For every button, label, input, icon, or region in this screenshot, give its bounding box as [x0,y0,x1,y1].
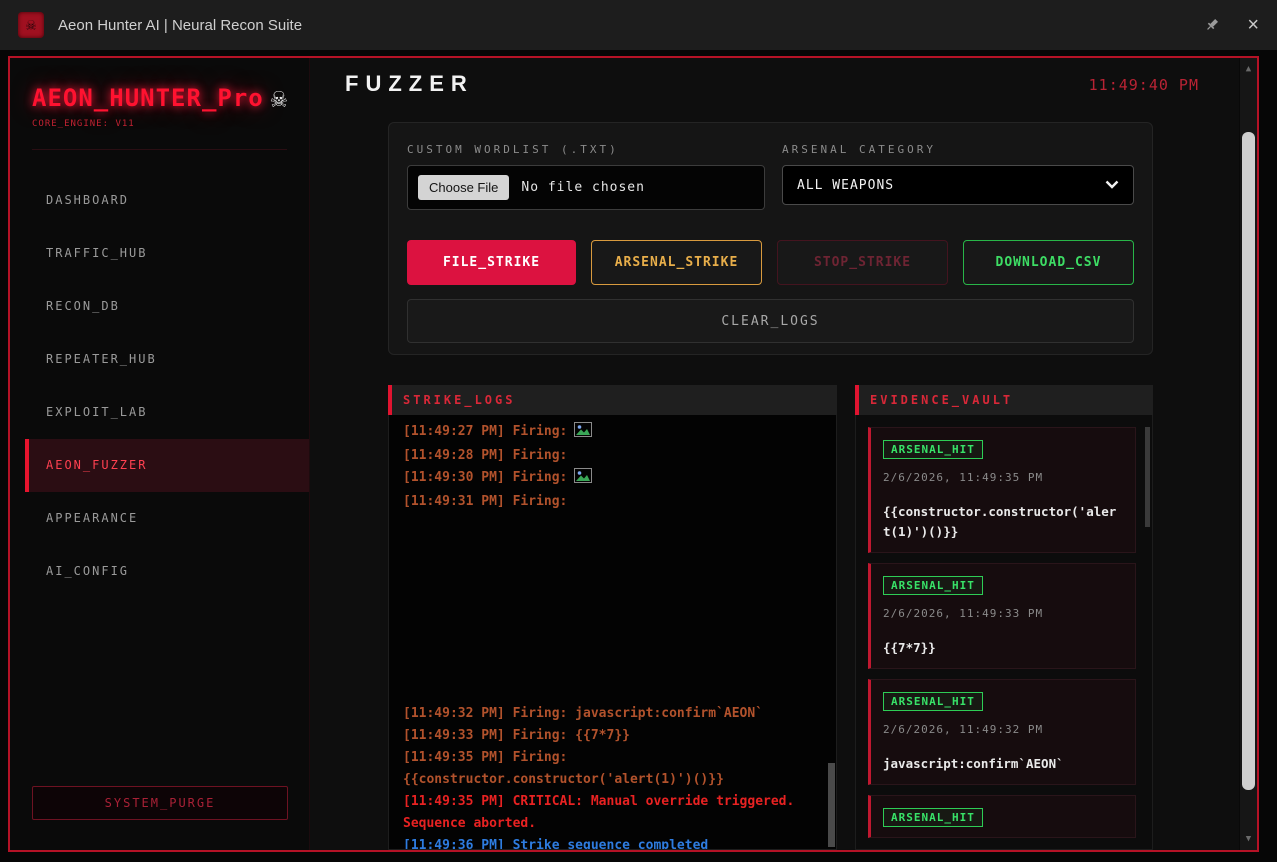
strike-logs-panel: STRIKE_LOGS [11:49:27 PM] Firing: [11:49… [388,385,837,850]
arsenal-hit-badge: ARSENAL_HIT [883,576,983,595]
broken-image-icon [574,468,593,491]
results-panels: STRIKE_LOGS [11:49:27 PM] Firing: [11:49… [388,385,1153,850]
log-line: [11:49:31 PM] Firing: [403,494,568,509]
log-blank-region [403,513,822,703]
hit-payload: {{7*7}} [883,640,936,655]
sidebar: AEON_HUNTER_Pro ☠ CORE_ENGINE: V11 DASHB… [10,58,310,850]
engine-version-label: CORE_ENGINE: V11 [32,119,287,150]
log-line: [11:49:33 PM] Firing: {{7*7}} [403,728,630,743]
hit-payload: javascript:confirm`AEON` [883,756,1064,771]
hit-timestamp: 2/6/2026, 11:49:35 PM [883,471,1044,484]
hit-timestamp: 2/6/2026, 11:49:33 PM [883,607,1044,620]
sidebar-item-exploit-lab[interactable]: EXPLOIT_LAB [10,386,309,439]
arsenal-hit-badge: ARSENAL_HIT [883,808,983,827]
sidebar-item-recon-db[interactable]: RECON_DB [10,280,309,333]
system-purge-button[interactable]: SYSTEM_PURGE [32,786,288,820]
sidebar-item-repeater-hub[interactable]: REPEATER_HUB [10,333,309,386]
sidebar-nav: DASHBOARD TRAFFIC_HUB RECON_DB REPEATER_… [10,174,309,598]
file-strike-button[interactable]: FILE_STRIKE [407,240,576,285]
evidence-hit-card: ARSENAL_HIT 2/6/2026, 11:49:32 PM javasc… [868,679,1136,785]
download-csv-button[interactable]: DOWNLOAD_CSV [963,240,1134,285]
log-line: [11:49:28 PM] Firing: [403,448,568,463]
strike-logs-header: STRIKE_LOGS [388,385,837,415]
chevron-down-icon [1105,178,1119,193]
evidence-vault-panel: EVIDENCE_VAULT ARSENAL_HIT 2/6/2026, 11:… [855,385,1153,850]
hit-timestamp: 2/6/2026, 11:49:32 PM [883,723,1044,736]
sidebar-item-aeon-fuzzer[interactable]: AEON_FUZZER [25,439,309,492]
fuzzer-config-panel: CUSTOM WORDLIST (.TXT) Choose File No fi… [388,122,1153,355]
window-title: Aeon Hunter AI | Neural Recon Suite [58,16,303,34]
skull-icon: ☠ [270,82,287,114]
log-scrollbar-thumb[interactable] [828,763,835,847]
arsenal-hit-badge: ARSENAL_HIT [883,692,983,711]
sidebar-item-traffic-hub[interactable]: TRAFFIC_HUB [10,227,309,280]
log-line-critical: [11:49:35 PM] CRITICAL: Manual override … [403,794,795,831]
arsenal-category-label: ARSENAL CATEGORY [782,143,936,156]
app-logo-text: AEON_HUNTER_Pro [32,84,264,112]
evidence-hit-card: ARSENAL_HIT 2/6/2026, 11:49:35 PM {{cons… [868,427,1136,553]
arsenal-category-value: ALL WEAPONS [797,177,895,193]
sidebar-logo-block: AEON_HUNTER_Pro ☠ CORE_ENGINE: V11 [10,58,309,150]
sidebar-item-appearance[interactable]: APPEARANCE [10,492,309,545]
clock: 11:49:40 PM [1088,76,1199,94]
app-frame: AEON_HUNTER_Pro ☠ CORE_ENGINE: V11 DASHB… [8,56,1259,852]
log-line-complete: [11:49:36 PM] Strike sequence completed [403,838,709,850]
wordlist-file-input[interactable]: Choose File No file chosen [407,165,765,210]
strike-logs-output: [11:49:27 PM] Firing: [11:49:28 PM] Firi… [388,415,837,850]
wordlist-label: CUSTOM WORDLIST (.TXT) [407,143,619,156]
log-line: [11:49:32 PM] Firing: javascript:confirm… [403,706,764,721]
arsenal-strike-button[interactable]: ARSENAL_STRIKE [591,240,762,285]
page-title: FUZZER [345,71,474,96]
log-line: [11:49:30 PM] Firing: [403,467,822,491]
main-scrollbar[interactable]: ▲ ▼ [1239,58,1257,850]
sidebar-item-ai-config[interactable]: AI_CONFIG [10,545,309,598]
app-logo-icon: ☠ [18,12,44,38]
broken-image-icon [574,422,593,445]
log-line: [11:49:35 PM] Firing: {{constructor.cons… [403,750,724,787]
stop-strike-button[interactable]: STOP_STRIKE [777,240,948,285]
file-status-text: No file chosen [521,180,645,195]
scroll-up-icon[interactable]: ▲ [1240,60,1257,78]
sidebar-item-dashboard[interactable]: DASHBOARD [10,174,309,227]
evidence-vault-list: ARSENAL_HIT 2/6/2026, 11:49:35 PM {{cons… [855,415,1153,850]
scroll-down-icon[interactable]: ▼ [1240,830,1257,848]
window-controls: × [1203,15,1259,35]
log-line: [11:49:27 PM] Firing: [403,421,822,445]
arsenal-hit-badge: ARSENAL_HIT [883,440,983,459]
evidence-hit-card: ARSENAL_HIT 2/6/2026, 11:49:33 PM {{7*7}… [868,563,1136,669]
strike-buttons-row: FILE_STRIKE ARSENAL_STRIKE STOP_STRIKE D… [407,240,1134,285]
close-icon[interactable]: × [1247,15,1259,35]
choose-file-button[interactable]: Choose File [418,175,510,200]
evidence-hit-card: ARSENAL_HIT [868,795,1136,838]
main-scrollbar-thumb[interactable] [1242,132,1255,790]
titlebar: ☠ Aeon Hunter AI | Neural Recon Suite × [0,0,1277,50]
fuzzer-content: CUSTOM WORDLIST (.TXT) Choose File No fi… [388,122,1153,850]
arsenal-category-select[interactable]: ALL WEAPONS [782,165,1134,205]
pin-icon[interactable] [1203,16,1221,34]
evidence-vault-header: EVIDENCE_VAULT [855,385,1153,415]
vault-scrollbar-thumb[interactable] [1145,427,1150,527]
main-panel: FUZZER 11:49:40 PM CUSTOM WORDLIST (.TXT… [310,58,1239,850]
clear-logs-button[interactable]: CLEAR_LOGS [407,299,1134,343]
app-window: ☠ Aeon Hunter AI | Neural Recon Suite × [0,0,1277,862]
hit-payload: {{constructor.constructor('alert(1)')()}… [883,504,1117,539]
